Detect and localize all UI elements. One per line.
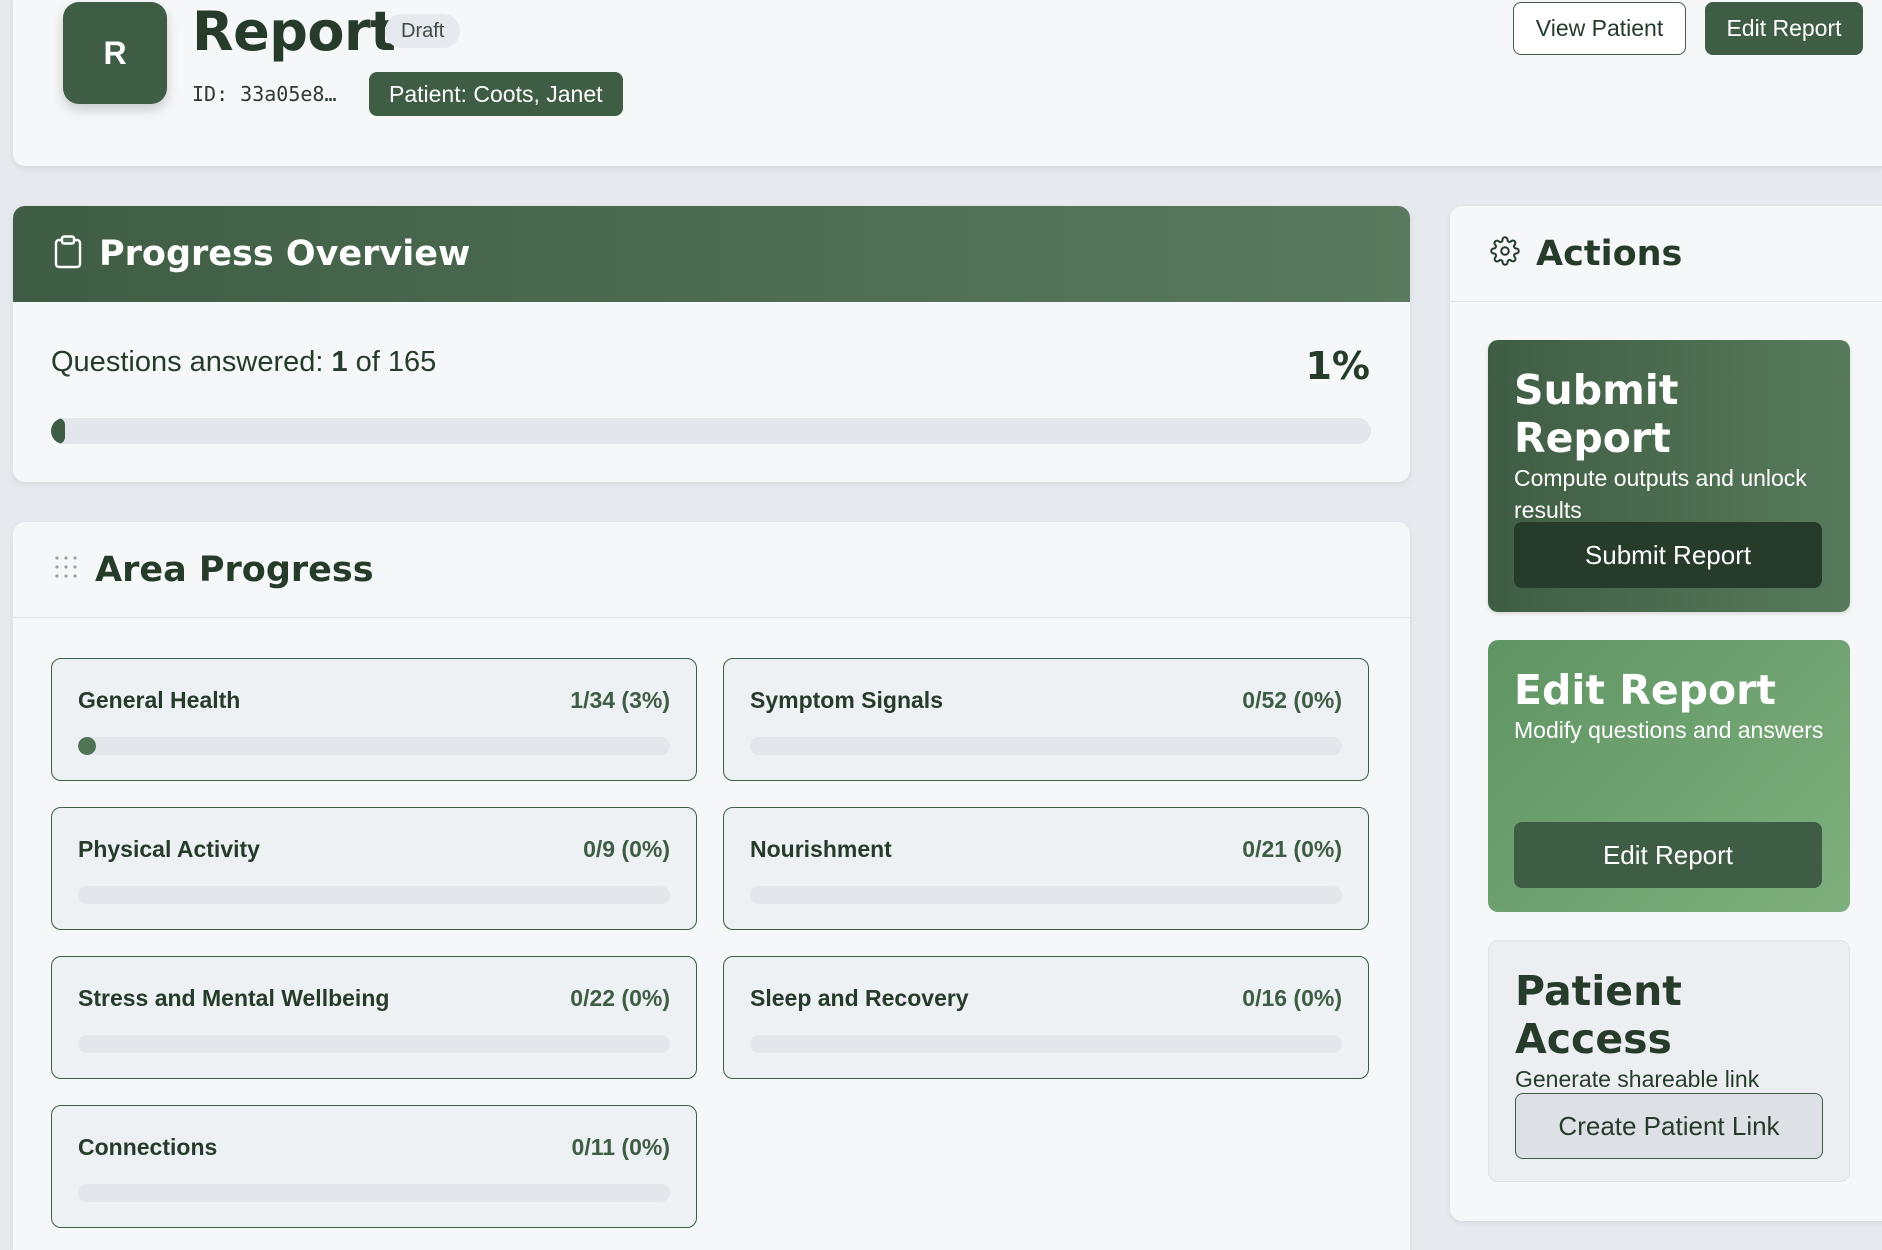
questions-answered: Questions answered: 1 of 165 xyxy=(51,346,436,379)
edit-report-title: Edit Report xyxy=(1514,666,1776,714)
area-item-physical-activity[interactable]: Physical Activity 0/9 (0%) xyxy=(51,807,697,930)
area-count: 0/9 (0%) xyxy=(583,836,670,862)
edit-report-tile-button[interactable]: Edit Report xyxy=(1514,822,1822,888)
area-item-general-health[interactable]: General Health 1/34 (3%) xyxy=(51,658,697,781)
status-badge: Draft xyxy=(385,14,461,48)
area-progress-bar xyxy=(78,1184,670,1202)
patient-chip[interactable]: Patient: Coots, Janet xyxy=(369,72,623,116)
area-item-connections[interactable]: Connections 0/11 (0%) xyxy=(51,1105,697,1228)
area-progress-bar xyxy=(78,737,670,755)
area-item-symptom-signals[interactable]: Symptom Signals 0/52 (0%) xyxy=(723,658,1369,781)
area-progress-bar xyxy=(750,1035,1342,1053)
create-patient-link-button[interactable]: Create Patient Link xyxy=(1515,1093,1823,1159)
patient-access-tile: Patient Access Generate shareable link C… xyxy=(1488,940,1850,1182)
area-name: Sleep and Recovery xyxy=(750,985,969,1011)
area-progress-bar xyxy=(78,886,670,904)
area-name: Nourishment xyxy=(750,836,892,862)
area-progress-bar xyxy=(78,1035,670,1053)
actions-panel: Actions Submit Report Compute outputs an… xyxy=(1450,206,1882,1221)
report-id: ID: 33a05e8… xyxy=(192,82,337,106)
patient-access-description: Generate shareable link xyxy=(1515,1066,1760,1092)
area-progress-fill xyxy=(78,737,96,755)
area-grid: General Health 1/34 (3%) Symptom Signals… xyxy=(51,658,1373,1228)
submit-report-tile: Submit Report Compute outputs and unlock… xyxy=(1488,340,1850,612)
area-item-nourishment[interactable]: Nourishment 0/21 (0%) xyxy=(723,807,1369,930)
area-count: 0/52 (0%) xyxy=(1242,687,1342,713)
area-count: 0/16 (0%) xyxy=(1242,985,1342,1011)
grid-dots-icon xyxy=(53,554,79,585)
questions-total: of 165 xyxy=(347,346,437,378)
area-progress-title: Area Progress xyxy=(95,549,374,590)
overall-percent: 1% xyxy=(1305,344,1370,388)
actions-title: Actions xyxy=(1536,233,1683,274)
area-progress-card: Area Progress General Health 1/34 (3%) S… xyxy=(13,522,1410,1250)
report-header: R Report Draft ID: 33a05e8… Patient: Coo… xyxy=(13,0,1882,166)
area-name: Stress and Mental Wellbeing xyxy=(78,985,390,1011)
area-name: General Health xyxy=(78,687,241,713)
gear-icon xyxy=(1490,236,1520,271)
area-count: 0/21 (0%) xyxy=(1242,836,1342,862)
area-name: Symptom Signals xyxy=(750,687,943,713)
area-progress-bar xyxy=(750,886,1342,904)
area-name: Physical Activity xyxy=(78,836,260,862)
overall-progress-fill xyxy=(51,418,65,444)
area-count: 0/11 (0%) xyxy=(571,1134,670,1160)
submit-report-button[interactable]: Submit Report xyxy=(1514,522,1822,588)
report-avatar: R xyxy=(63,2,167,104)
area-name: Connections xyxy=(78,1134,218,1160)
progress-overview-header: Progress Overview xyxy=(13,206,1410,302)
patient-access-title: Patient Access xyxy=(1515,967,1682,1063)
edit-report-button[interactable]: Edit Report xyxy=(1705,2,1863,55)
questions-answered-label: Questions answered: xyxy=(51,346,332,378)
progress-overview-card: Progress Overview Questions answered: 1 … xyxy=(13,206,1410,482)
view-patient-button[interactable]: View Patient xyxy=(1513,2,1686,55)
submit-report-title: Submit Report xyxy=(1514,366,1679,462)
area-progress-bar xyxy=(750,737,1342,755)
edit-report-tile: Edit Report Modify questions and answers… xyxy=(1488,640,1850,912)
overall-progress-bar xyxy=(51,418,1371,444)
submit-report-description: Compute outputs and unlock results xyxy=(1514,465,1807,523)
area-item-sleep-recovery[interactable]: Sleep and Recovery 0/16 (0%) xyxy=(723,956,1369,1079)
questions-answered-count: 1 xyxy=(331,346,348,378)
area-item-stress-mental-wellbeing[interactable]: Stress and Mental Wellbeing 0/22 (0%) xyxy=(51,956,697,1079)
page-title: Report xyxy=(192,0,396,63)
area-count: 1/34 (3%) xyxy=(570,687,670,713)
clipboard-icon xyxy=(53,234,83,274)
area-count: 0/22 (0%) xyxy=(570,985,670,1011)
actions-header: Actions xyxy=(1450,206,1882,302)
area-progress-header: Area Progress xyxy=(13,522,1410,618)
edit-report-description: Modify questions and answers xyxy=(1514,717,1824,743)
progress-overview-title: Progress Overview xyxy=(99,234,471,274)
